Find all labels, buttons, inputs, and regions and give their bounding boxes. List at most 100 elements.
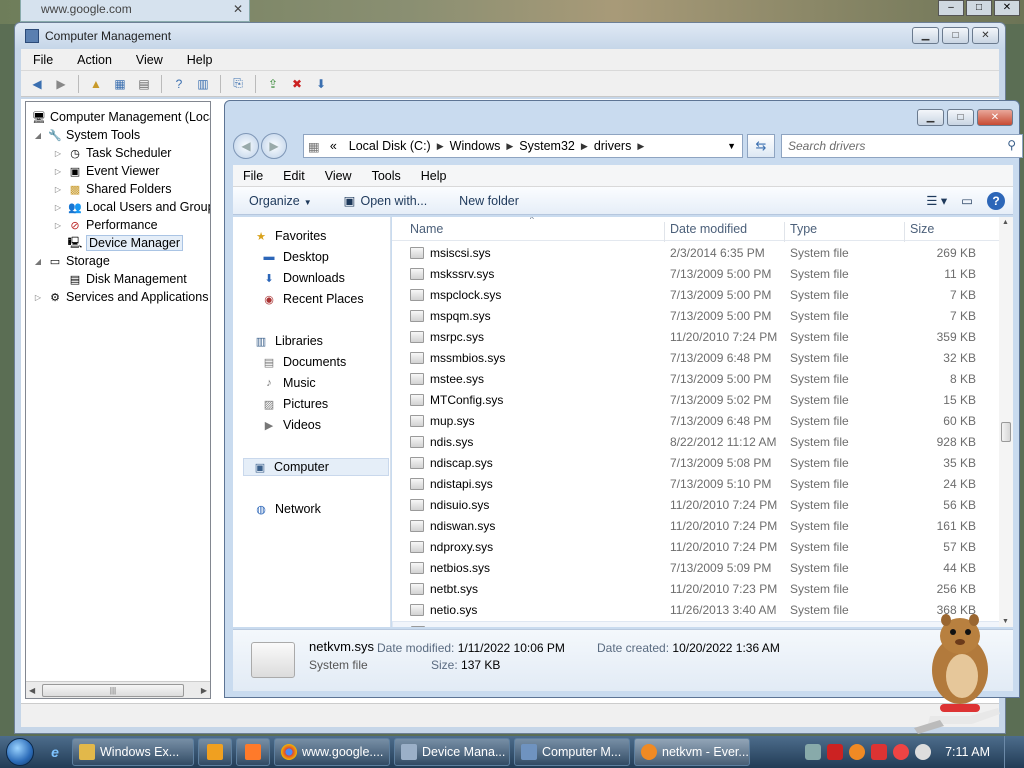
file-row[interactable]: ndiscap.sys 7/13/2009 5:08 PM System file 3… xyxy=(392,453,1000,474)
file-row[interactable]: ndisuio.sys 11/20/2010 7:24 PM System file… xyxy=(392,495,1000,516)
tray-search-icon[interactable] xyxy=(849,744,866,760)
menu-tools[interactable]: Tools xyxy=(362,169,411,183)
scroll-left-icon[interactable]: ◀ xyxy=(29,686,35,695)
minimize-button[interactable]: ▁ xyxy=(912,27,939,44)
menu-view[interactable]: View xyxy=(315,169,362,183)
file-row[interactable]: ndis.sys 8/22/2012 11:12 AM System file 928… xyxy=(392,432,1000,453)
taskbar-app[interactable] xyxy=(236,738,270,766)
properties-icon[interactable]: ▤ xyxy=(134,75,154,93)
tray-flag-icon[interactable] xyxy=(871,744,888,760)
nav-recent-places[interactable]: ◉ Recent Places xyxy=(261,290,363,308)
nav-pictures[interactable]: ▨ Pictures xyxy=(261,395,328,413)
organize-button[interactable]: Organize ▼ xyxy=(233,194,328,208)
scroll-up-icon[interactable]: ▲ xyxy=(1002,219,1009,226)
tree-item-device-manager[interactable]: 🖳 Device Manager xyxy=(64,234,184,252)
minimize-button[interactable]: ▁ xyxy=(917,109,944,126)
horizontal-scrollbar[interactable]: ◀ ||| ▶ xyxy=(26,681,210,698)
tree-item-local-users-groups[interactable]: ▷ 👥 Local Users and Groups xyxy=(52,198,210,216)
show-desktop-button[interactable] xyxy=(1004,736,1016,768)
nav-videos[interactable]: ▶ Videos xyxy=(261,416,321,434)
taskbar-computer-management[interactable]: Computer M... xyxy=(514,738,630,766)
nav-documents[interactable]: ▤ Documents xyxy=(261,353,346,371)
column-date-modified[interactable]: Date modified xyxy=(670,222,747,236)
file-row[interactable]: mup.sys 7/13/2009 6:48 PM System file 60 KB xyxy=(392,411,1000,432)
scan-hardware-icon[interactable]: ⎘ xyxy=(228,75,248,93)
scrollbar-thumb[interactable]: ||| xyxy=(42,684,184,697)
scrollbar-thumb[interactable] xyxy=(1001,422,1011,442)
preview-pane-icon[interactable]: ▭ xyxy=(961,193,973,208)
open-with-button[interactable]: ▣ Open with... xyxy=(328,193,444,208)
file-row[interactable]: ndiswan.sys 11/20/2010 7:24 PM System file… xyxy=(392,516,1000,537)
nav-desktop[interactable]: ▬ Desktop xyxy=(261,248,329,266)
chevron-down-icon[interactable]: ▼ xyxy=(727,141,736,151)
file-row[interactable]: msrpc.sys 11/20/2010 7:24 PM System file 35… xyxy=(392,327,1000,348)
breadcrumb-system32[interactable]: System32 xyxy=(513,139,581,153)
file-row[interactable]: msiscsi.sys 2/3/2014 6:35 PM System file 26… xyxy=(392,243,1000,264)
file-row[interactable]: mspqm.sys 7/13/2009 5:00 PM System file 7 K… xyxy=(392,306,1000,327)
maximize-button[interactable]: □ xyxy=(942,27,969,44)
tray-antivirus-icon[interactable] xyxy=(827,744,844,760)
tree-item-computer-management[interactable]: 🖥 Computer Management (Local xyxy=(28,108,210,126)
back-icon[interactable]: ◀ xyxy=(27,75,47,93)
taskbar-everything[interactable]: netkvm - Ever... xyxy=(634,738,750,766)
taskbar-windows-explorer[interactable]: Windows Ex... xyxy=(72,738,194,766)
background-browser-tab[interactable]: www.google.com ✕ xyxy=(20,0,250,22)
search-icon[interactable]: ⚲ xyxy=(1007,138,1016,152)
show-hide-tree-icon[interactable]: ▦ xyxy=(110,75,130,93)
column-size[interactable]: Size xyxy=(910,222,934,236)
tree-item-task-scheduler[interactable]: ▷ ◷ Task Scheduler xyxy=(52,144,172,162)
menu-help[interactable]: Help xyxy=(411,169,457,183)
file-row[interactable]: mstee.sys 7/13/2009 5:00 PM System file 8 K… xyxy=(392,369,1000,390)
tree-item-disk-management[interactable]: ▤ Disk Management xyxy=(64,270,187,288)
expand-arrow-icon[interactable]: ◢ xyxy=(32,257,44,266)
file-row[interactable]: netbios.sys 7/13/2009 5:09 PM System file 4… xyxy=(392,558,1000,579)
breadcrumb-drivers[interactable]: drivers xyxy=(588,139,638,153)
update-driver-icon[interactable]: ⇪ xyxy=(263,75,283,93)
tray-record-icon[interactable] xyxy=(893,744,910,760)
nav-computer[interactable]: ▣ Computer xyxy=(243,458,389,476)
internet-explorer-icon[interactable]: e xyxy=(40,738,70,766)
nav-libraries[interactable]: ▥ Libraries xyxy=(253,332,323,350)
file-row[interactable]: netbt.sys 11/20/2010 7:23 PM System file 25… xyxy=(392,579,1000,600)
file-row[interactable]: mspclock.sys 7/13/2009 5:00 PM System file… xyxy=(392,285,1000,306)
help-icon[interactable]: ? xyxy=(987,191,1005,210)
close-button[interactable]: ✕ xyxy=(972,27,999,44)
menu-file[interactable]: File xyxy=(233,169,273,183)
file-row[interactable]: ndproxy.sys 11/20/2010 7:24 PM System file… xyxy=(392,537,1000,558)
menu-edit[interactable]: Edit xyxy=(273,169,315,183)
title-bar[interactable]: Computer Management ▁ □ ✕ xyxy=(15,23,1005,49)
forward-icon[interactable]: ▶ xyxy=(51,75,71,93)
breadcrumb-overflow[interactable]: « xyxy=(324,139,343,153)
tree-item-system-tools[interactable]: ◢ 🔧 System Tools xyxy=(32,126,140,144)
chevron-right-icon[interactable]: ▷ xyxy=(52,149,64,158)
tray-volume-icon[interactable] xyxy=(915,744,932,760)
maximize-button[interactable]: □ xyxy=(947,109,974,126)
chevron-right-icon[interactable]: ▶ xyxy=(581,141,588,152)
up-folder-icon[interactable]: ▲ xyxy=(86,75,106,93)
taskbar-device-manager[interactable]: Device Mana... xyxy=(394,738,510,766)
chevron-right-icon[interactable]: ▷ xyxy=(52,221,64,230)
clock[interactable]: 7:11 AM xyxy=(945,745,990,759)
back-button[interactable]: ◀ xyxy=(233,133,259,159)
breadcrumb-windows[interactable]: Windows xyxy=(444,139,507,153)
chevron-right-icon[interactable]: ▷ xyxy=(52,167,64,176)
change-view-icon[interactable]: ☰ ▾ xyxy=(926,193,947,208)
close-icon[interactable]: ✕ xyxy=(994,0,1020,16)
file-row[interactable]: mssmbios.sys 7/13/2009 6:48 PM System file… xyxy=(392,348,1000,369)
column-name[interactable]: Name xyxy=(410,222,443,236)
maximize-icon[interactable]: □ xyxy=(966,0,992,16)
tray-app-icon[interactable] xyxy=(805,744,822,760)
action-pane-icon[interactable]: ▥ xyxy=(193,75,213,93)
breadcrumb-local-disk[interactable]: Local Disk (C:) xyxy=(343,139,437,153)
menu-file[interactable]: File xyxy=(21,53,65,67)
expand-arrow-icon[interactable]: ◢ xyxy=(32,131,44,140)
tree-item-performance[interactable]: ▷ ⊘ Performance xyxy=(52,216,158,234)
help-icon[interactable]: ? xyxy=(169,75,189,93)
menu-action[interactable]: Action xyxy=(65,53,124,67)
chevron-right-icon[interactable]: ▷ xyxy=(52,203,64,212)
tree-item-storage[interactable]: ◢ ▭ Storage xyxy=(32,252,110,270)
tree-item-services-applications[interactable]: ▷ ⚙ Services and Applications xyxy=(32,288,209,306)
taskbar-media-player[interactable] xyxy=(198,738,232,766)
close-button[interactable]: ✕ xyxy=(977,109,1013,126)
start-button[interactable] xyxy=(0,736,40,768)
